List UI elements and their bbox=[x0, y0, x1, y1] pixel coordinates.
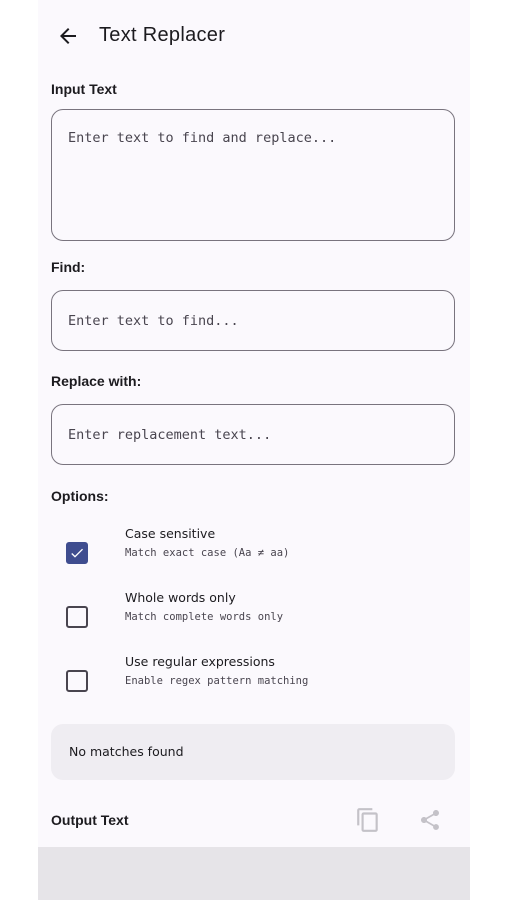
output-text-area[interactable] bbox=[38, 847, 470, 900]
whole-words-checkbox[interactable] bbox=[66, 606, 88, 628]
page-title: Text Replacer bbox=[99, 24, 226, 46]
check-icon bbox=[71, 548, 83, 558]
regex-checkbox[interactable] bbox=[66, 670, 88, 692]
replace-input[interactable] bbox=[51, 404, 455, 465]
match-status-text: No matches found bbox=[69, 744, 184, 759]
option-subtitle: Match complete words only bbox=[125, 611, 284, 623]
option-subtitle: Match exact case (Aa ≠ aa) bbox=[125, 547, 290, 559]
option-title: Use regular expressions bbox=[125, 654, 275, 669]
input-text-field[interactable] bbox=[51, 109, 455, 241]
share-button[interactable] bbox=[414, 804, 446, 836]
option-whole-words[interactable]: Whole words only Match complete words on… bbox=[51, 588, 455, 644]
match-status-card: No matches found bbox=[51, 724, 455, 780]
option-title: Case sensitive bbox=[125, 526, 216, 541]
option-regex[interactable]: Use regular expressions Enable regex pat… bbox=[51, 652, 455, 708]
back-button[interactable] bbox=[54, 22, 82, 50]
input-text-label: Input Text bbox=[51, 81, 117, 97]
option-title: Whole words only bbox=[125, 590, 236, 605]
app-screen: Text Replacer Input Text Find: Replace w… bbox=[38, 0, 470, 900]
option-case-sensitive[interactable]: Case sensitive Match exact case (Aa ≠ aa… bbox=[51, 524, 455, 580]
share-icon bbox=[421, 810, 439, 830]
top-app-bar: Text Replacer bbox=[38, 0, 470, 72]
find-label: Find: bbox=[51, 259, 86, 275]
case-sensitive-checkbox[interactable] bbox=[66, 542, 88, 564]
option-subtitle: Enable regex pattern matching bbox=[125, 675, 309, 687]
arrow-left-icon bbox=[60, 28, 76, 44]
replace-label: Replace with: bbox=[51, 373, 142, 389]
find-input[interactable] bbox=[51, 290, 455, 351]
copy-icon bbox=[357, 808, 378, 832]
output-text-label: Output Text bbox=[51, 812, 129, 828]
options-label: Options: bbox=[51, 488, 109, 504]
copy-button[interactable] bbox=[352, 804, 384, 836]
